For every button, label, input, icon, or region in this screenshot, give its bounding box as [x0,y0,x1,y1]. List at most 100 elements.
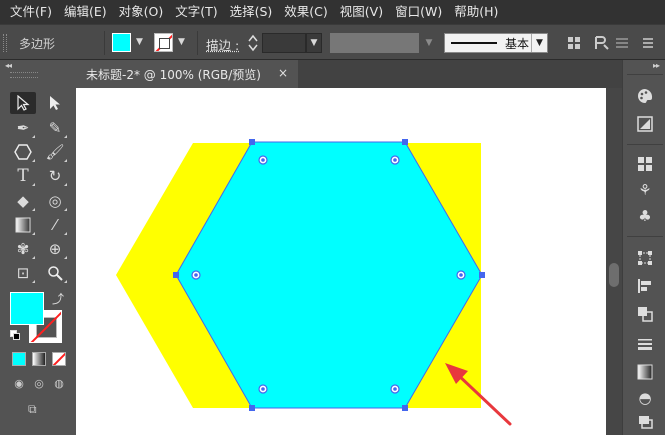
palette-icon [638,89,653,103]
magnifier-icon [48,266,63,281]
stroke-weight-label[interactable]: 描边 : [206,35,239,54]
align-icon[interactable] [632,274,658,298]
expand-panels-icon[interactable]: ▸▸ [653,61,660,70]
menu-select[interactable]: 选择(S) [224,0,279,24]
stroke-dropdown-icon[interactable]: ▼ [178,37,185,47]
live-corner-widget[interactable] [258,155,268,165]
menu-help[interactable]: 帮助(H) [448,0,504,24]
gradient-mode-button[interactable] [32,352,46,366]
direct-selection-arrow-icon [50,96,60,110]
panel-grip[interactable] [10,72,38,78]
variable-width-profile[interactable] [330,33,419,53]
default-fill-stroke-icon[interactable] [10,330,21,341]
brush-definition-dropdown[interactable]: 基本 ▼ [444,33,548,53]
brush-stroke-preview [451,42,497,44]
screen-mode-icon[interactable]: ⧉ [28,402,48,416]
menu-view[interactable]: 视图(V) [334,0,389,24]
align-left-icon [638,279,651,293]
curvature-tool[interactable]: ✎ [42,117,68,139]
live-corner-widget[interactable] [456,270,466,280]
close-icon[interactable]: × [278,66,288,80]
swap-fill-stroke-icon[interactable]: ⤴ [52,290,64,307]
artboard[interactable] [76,88,606,435]
fill-dropdown-icon[interactable]: ▼ [136,37,143,47]
canvas-area[interactable] [76,88,606,435]
menu-file[interactable]: 文件(F) [4,0,58,24]
rotate-icon: ↻ [48,167,62,185]
pathfinder-icon[interactable] [632,302,658,326]
anchor-point[interactable] [173,272,179,278]
layers-icon[interactable] [632,410,658,434]
gradient-tool[interactable] [10,214,36,236]
transparency-glyph-icon: ◓ [638,389,652,407]
rotate-tool[interactable]: ↻ [42,165,68,187]
anchor-point[interactable] [249,139,255,145]
lasso-tool[interactable]: ◎ [42,190,68,212]
menu-effect[interactable]: 效果(C) [278,0,333,24]
paintbrush-tool[interactable]: 🖌 [42,141,68,163]
draw-behind-icon[interactable]: ◎ [31,377,47,391]
recolor-icon[interactable] [592,34,610,52]
type-tool[interactable]: T [10,165,36,187]
anchor-point[interactable] [402,139,408,145]
divider [197,31,198,55]
symbol-sprayer-icon: ✾ [16,240,30,258]
artboard-tool[interactable]: ⊡ [10,262,36,284]
zoom-tool[interactable] [42,262,68,284]
pathfinder-squares-icon [638,307,653,322]
symbols-icon[interactable]: ♣ [632,204,658,228]
menu-edit[interactable]: 编辑(E) [58,0,113,24]
stroke-weight-dropdown[interactable]: ▼ [306,33,322,53]
document-tab[interactable]: 未标题-2* @ 100% (RGB/预览) × [76,60,298,88]
divider [627,74,663,75]
live-corner-widget[interactable] [258,384,268,394]
symbol-sprayer-tool[interactable]: ✾ [10,238,36,260]
menu-type[interactable]: 文字(T) [169,0,223,24]
gradient-panel-icon[interactable] [632,360,658,384]
profile-dropdown-icon[interactable]: ▼ [421,33,437,53]
options-icon[interactable] [614,35,630,51]
selection-tool[interactable] [10,92,36,114]
chevron-down-icon: ▼ [310,38,318,48]
menu-window[interactable]: 窗口(W) [389,0,448,24]
anchor-point[interactable] [479,272,485,278]
draw-inside-icon[interactable]: ◍ [51,377,67,391]
stroke-icon[interactable] [632,332,658,356]
direct-selection-tool[interactable] [42,92,68,114]
anchor-point[interactable] [249,405,255,411]
transform-box-icon [638,251,652,265]
collapse-panel-icon[interactable]: ◂◂ [5,61,12,70]
eraser-tool[interactable]: ◆ [10,190,36,212]
stroke-lines-icon [638,339,652,350]
eyedropper-tool[interactable]: ⁄ [42,214,68,236]
scrollbar-thumb[interactable] [609,263,619,287]
grid-icon[interactable] [566,35,582,51]
live-corner-widget[interactable] [390,155,400,165]
panel-grip[interactable] [3,34,7,52]
anchor-point[interactable] [402,405,408,411]
fill-color-box[interactable] [10,292,44,325]
appearance-glyph-icon [637,116,653,132]
draw-normal-icon[interactable]: ◉ [11,377,27,391]
vertical-scrollbar[interactable] [606,88,622,435]
stroke-spinner-icon[interactable] [246,33,260,53]
swatches-icon[interactable] [632,152,658,176]
polygon-tool[interactable] [10,141,36,163]
appearance-icon[interactable] [632,112,658,136]
color-guide-icon[interactable] [632,84,658,108]
transform-icon[interactable] [632,246,658,270]
pen-tool[interactable]: ✒ [10,117,36,139]
none-mode-button[interactable] [52,352,66,366]
menu-object[interactable]: 对象(O) [113,0,170,24]
color-mode-button[interactable] [12,352,26,366]
panel-menu-icon[interactable] [640,35,656,51]
live-corner-widget[interactable] [191,270,201,280]
selection-arrow-icon [17,95,30,111]
brushes-icon[interactable]: ⚘ [632,178,658,202]
shape-builder-tool[interactable]: ⊕ [42,238,68,260]
live-corner-widget[interactable] [390,384,400,394]
stroke-color-swatch[interactable] [154,33,173,52]
transparency-icon[interactable]: ◓ [632,386,658,410]
stroke-weight-input[interactable] [262,33,306,53]
fill-color-swatch[interactable] [112,33,131,52]
